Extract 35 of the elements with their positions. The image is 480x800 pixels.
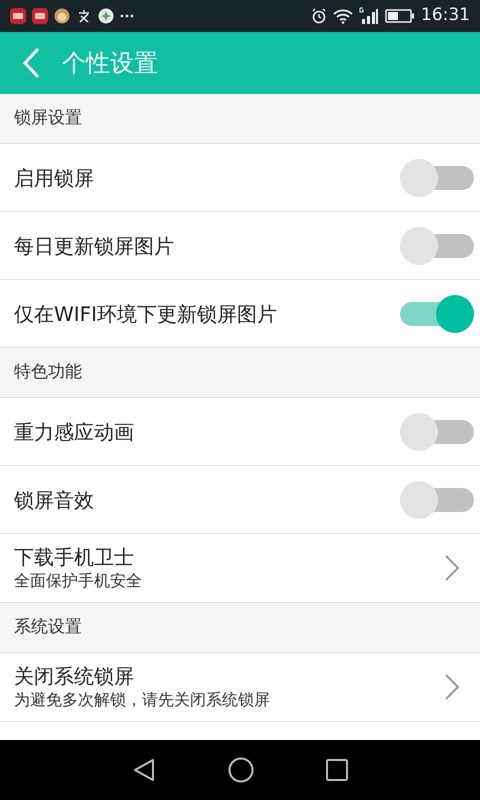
toggle-switch[interactable]	[400, 226, 474, 264]
chevron-icon	[444, 673, 460, 701]
setting-label: 仅在WIFI环境下更新锁屏图片	[14, 300, 278, 328]
setting-label: 关闭系统锁屏	[14, 663, 135, 689]
setting-label: 下载手机卫士	[14, 544, 135, 570]
battery-icon	[385, 9, 415, 23]
home-icon[interactable]	[228, 757, 254, 783]
setting-label: 锁屏音效	[14, 486, 94, 514]
toggle-switch[interactable]	[400, 294, 474, 332]
back-icon	[22, 47, 40, 79]
setting-description: 全面保护手机安全	[14, 570, 142, 592]
glyph-icon	[76, 8, 92, 24]
signal-icon	[359, 7, 379, 25]
toggle-switch[interactable]	[400, 158, 474, 196]
wifi-icon	[333, 8, 353, 24]
section-title: 特色功能	[14, 360, 82, 384]
setting-label: 启用锁屏	[14, 164, 94, 192]
recent-apps-icon[interactable]	[326, 759, 348, 781]
toggle-switch[interactable]	[400, 480, 474, 518]
alarm-icon	[311, 8, 327, 24]
setting-label: 每日更新锁屏图片	[14, 232, 174, 260]
back-icon[interactable]	[132, 758, 156, 782]
toggle-switch[interactable]	[400, 412, 474, 450]
section-title: 锁屏设置	[14, 106, 82, 130]
setting-label: 重力感应动画	[14, 418, 134, 446]
page-title: 个性设置	[62, 48, 158, 79]
avatar-icon	[54, 8, 70, 24]
section-title: 系统设置	[14, 616, 82, 639]
more-icon	[120, 14, 134, 18]
setting-row[interactable]: 关闭系统锁屏 为避免多次解锁，请先关闭系统锁屏	[0, 653, 480, 722]
app-icon	[10, 8, 26, 24]
setting-description: 为避免多次解锁，请先关闭系统锁屏	[14, 689, 270, 711]
app-icon	[32, 8, 48, 24]
status-time: 16:31	[421, 4, 470, 28]
chevron-icon	[444, 554, 460, 582]
